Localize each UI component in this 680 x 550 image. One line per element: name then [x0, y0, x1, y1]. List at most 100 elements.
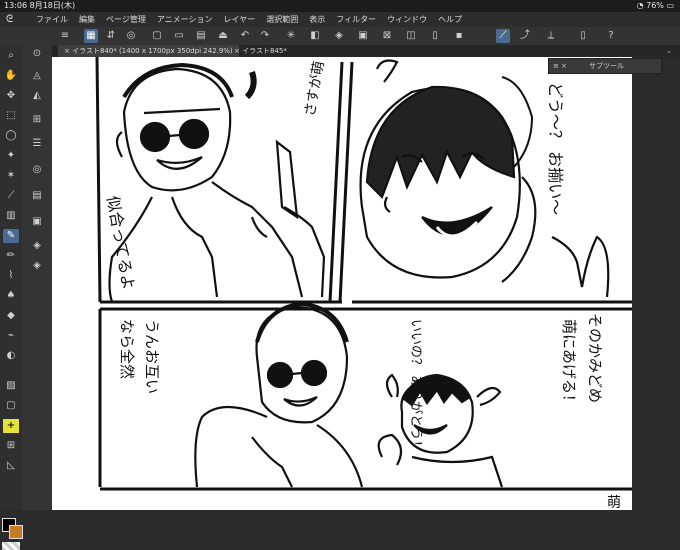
palette-icon[interactable]: ◎: [30, 163, 44, 177]
subtool-panel[interactable]: ≡ × サブツール: [548, 58, 662, 74]
menu-page[interactable]: ページ管理: [106, 12, 146, 27]
redo-icon[interactable]: ↷: [258, 29, 272, 43]
status-time-date: 13:06 8月18日(木): [4, 0, 75, 12]
new-file-icon[interactable]: ▢: [150, 29, 164, 43]
undo-icon[interactable]: ↶: [238, 29, 252, 43]
menu-file[interactable]: ファイル: [36, 12, 68, 27]
loading-icon[interactable]: ✳: [284, 29, 298, 43]
ruler-tool-icon[interactable]: ◺: [3, 459, 19, 473]
adjust-icon[interactable]: ◭: [30, 89, 44, 103]
figure-icon[interactable]: ▢: [3, 399, 19, 413]
menu-layer[interactable]: レイヤー: [224, 12, 256, 27]
subtool-title: サブツール: [589, 62, 624, 70]
panel-3-text-e: 萌にあげる！: [560, 319, 578, 409]
tab-label: イラスト845*: [242, 47, 287, 55]
tab-close-icon[interactable]: ×: [64, 47, 70, 55]
tab-illust-845[interactable]: × イラスト845*: [228, 45, 293, 57]
status-time: 13:06: [4, 1, 28, 10]
menu-animation[interactable]: アニメーション: [157, 12, 213, 27]
manga-page[interactable]: さすが萌 似合ってるよ どう〜？ お揃い〜 うんお互い なら全然 いいの？ あり…: [52, 57, 632, 510]
layer-icon[interactable]: ◈: [30, 239, 44, 253]
tab-close-icon[interactable]: ×: [234, 47, 240, 55]
gradient-icon[interactable]: ▨: [3, 379, 19, 393]
chevron-down-icon[interactable]: ⌄: [666, 45, 672, 57]
pen-snap-icon[interactable]: ⤴: [518, 29, 532, 43]
command-bar: ≡ ▦ ⇵ ◎ ▢ ▭ ▤ ⏏ ↶ ↷ ✳ ◧ ◈ ▣ ⊠ ◫ ▯ ▪ ⟋ ⤴ …: [0, 27, 680, 46]
settings-icon[interactable]: ☰: [30, 137, 44, 151]
app-logo-icon[interactable]: ᘓ: [6, 14, 18, 25]
color-icon[interactable]: ▥: [3, 209, 19, 223]
save-icon[interactable]: ▤: [194, 29, 208, 43]
eyedropper-icon[interactable]: ⟋: [3, 189, 19, 203]
export-icon[interactable]: ⏏: [216, 29, 230, 43]
tool-palette: ⌕ ✋ ✥ ⬚ ◯ ✦ ✶ ⟋ ▥ ✎ ✏ ⌇ ♠ ◆ ⌁ ◐ ▨ ▢ + ⊞ …: [0, 45, 23, 550]
hamburger-icon[interactable]: ≡: [58, 29, 72, 43]
gallery-icon[interactable]: ▦: [84, 29, 98, 43]
layer-property-icon[interactable]: ◬: [30, 69, 44, 83]
deselect-icon[interactable]: ◫: [404, 29, 418, 43]
navigator-icon[interactable]: ⊙: [30, 47, 44, 61]
airbrush-icon[interactable]: ♠: [3, 289, 19, 303]
canvas-area[interactable]: さすが萌 似合ってるよ どう〜？ お揃い〜 うんお互い なら全然 いいの？ あり…: [52, 57, 680, 510]
tab-illust-840[interactable]: × イラスト840* (1400 x 1700px 350dpi 242.9%): [58, 45, 239, 57]
lasso-tool-icon[interactable]: ◯: [3, 129, 19, 143]
panel-3-text-d: そのかみどめ: [586, 313, 604, 403]
status-right: ◔ 76% ▭: [637, 0, 674, 12]
wifi-icon: ◔: [636, 1, 644, 10]
open-folder-icon[interactable]: ▭: [172, 29, 186, 43]
invert-icon[interactable]: ▯: [428, 29, 442, 43]
menu-edit[interactable]: 編集: [79, 12, 95, 27]
menu-selection[interactable]: 選択範囲: [266, 12, 298, 27]
eraser-icon[interactable]: ◆: [3, 309, 19, 323]
hand-icon[interactable]: ✋: [3, 69, 19, 83]
document-tabs: × イラスト840* (1400 x 1700px 350dpi 242.9%)…: [52, 45, 680, 57]
lasso-icon[interactable]: ⟂: [544, 29, 558, 43]
grid-icon[interactable]: ⊞: [30, 113, 44, 127]
fill-icon[interactable]: ◈: [332, 29, 346, 43]
battery-icon: ▭: [666, 1, 674, 10]
phone-icon[interactable]: ▯: [576, 29, 590, 43]
target-icon[interactable]: ◎: [124, 29, 138, 43]
panel-4-text: 萌: [607, 495, 621, 510]
menu-filter[interactable]: フィルター: [336, 12, 376, 27]
brush-icon[interactable]: ⌇: [3, 269, 19, 283]
select-all-icon[interactable]: ⊠: [380, 29, 394, 43]
updown-icon[interactable]: ⇵: [104, 29, 118, 43]
add-icon[interactable]: +: [3, 419, 19, 433]
bucket-icon[interactable]: ◐: [3, 349, 19, 363]
ruler-icon[interactable]: ⟋: [496, 29, 510, 43]
battery-level: 76%: [646, 1, 664, 10]
sub-color-swatch[interactable]: [9, 525, 23, 539]
zoom-icon[interactable]: ⌕: [3, 49, 19, 63]
panel-3-text-c: いいの？ ありがとう！: [408, 319, 423, 453]
panel-3-text-b: なら全然: [118, 319, 136, 379]
magic-wand-icon[interactable]: ✦: [3, 149, 19, 163]
sparkle-icon[interactable]: ✶: [3, 169, 19, 183]
menu-bar: ᘓ ファイル 編集 ページ管理 アニメーション レイヤー 選択範囲 表示 フィル…: [0, 12, 680, 28]
subtool-controls[interactable]: ≡ ×: [553, 59, 567, 73]
status-bar: 13:06 8月18日(木) ◔ 76% ▭: [0, 0, 680, 12]
select-icon[interactable]: ⬚: [3, 109, 19, 123]
panel-2-text: どう〜？ お揃い〜: [546, 82, 565, 215]
transparent-swatch[interactable]: [2, 542, 20, 550]
blend-icon[interactable]: ⌁: [3, 329, 19, 343]
help-icon[interactable]: ?: [604, 29, 618, 43]
menu-view[interactable]: 表示: [309, 12, 325, 27]
menu-help[interactable]: ヘルプ: [438, 12, 462, 27]
move-icon[interactable]: ✥: [3, 89, 19, 103]
pencil-icon[interactable]: ✏: [3, 249, 19, 263]
object-icon[interactable]: ◈: [30, 259, 44, 273]
clear-icon[interactable]: ◧: [308, 29, 322, 43]
frame-icon[interactable]: ⊞: [3, 439, 19, 453]
menu-window[interactable]: ウィンドウ: [387, 12, 427, 27]
secondary-palette: ⊙ ◬ ◭ ⊞ ☰ ◎ ▤ ▣ ◈ ◈: [22, 45, 53, 510]
mask-icon[interactable]: ▪: [452, 29, 466, 43]
panel-3-text-a: うんお互い: [143, 319, 161, 394]
history-icon[interactable]: ▤: [30, 189, 44, 203]
menu-items: ファイル 編集 ページ管理 アニメーション レイヤー 選択範囲 表示 フィルター…: [36, 12, 462, 27]
tab-label: イラスト840* (1400 x 1700px 350dpi 242.9%): [72, 47, 233, 55]
pen-icon[interactable]: ✎: [3, 229, 19, 243]
material-icon[interactable]: ▣: [30, 215, 44, 229]
transform-icon[interactable]: ▣: [356, 29, 370, 43]
status-date: 8月18日(木): [29, 1, 76, 10]
